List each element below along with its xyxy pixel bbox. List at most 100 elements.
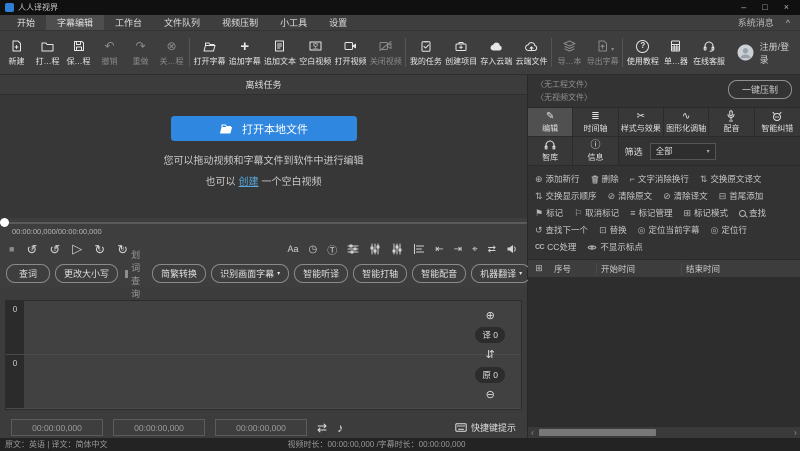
append-subtitle-button[interactable]: + 追加字幕 [227, 31, 262, 74]
one-click-compress-button[interactable]: 一键压制 [728, 80, 792, 99]
clock-icon[interactable]: ◷ [308, 244, 317, 255]
smart-transcribe-button[interactable]: 智能听译 [294, 264, 348, 283]
forward-1s-button[interactable]: ↻1 [94, 243, 105, 256]
music-note-icon[interactable]: ♪ [337, 421, 343, 435]
minimize-button[interactable]: – [741, 0, 746, 15]
machine-translate-button[interactable]: 机器翻译▾ [471, 264, 531, 283]
translation-count-badge[interactable]: 译 0 [475, 327, 505, 343]
mark-manage-action[interactable]: ≡标记管理 [630, 207, 672, 219]
original-count-badge[interactable]: 原 0 [475, 367, 505, 383]
font-style-button[interactable]: Aa [287, 244, 298, 254]
open-project-button[interactable]: 打…程 [32, 31, 63, 74]
smart-timing-button[interactable]: 智能打轴 [353, 264, 407, 283]
tab-style-effects[interactable]: ✂ 样式与效果 [619, 108, 664, 137]
mark-action[interactable]: ⚑标记 [535, 207, 563, 219]
replace-action[interactable]: ⊡替换 [599, 224, 627, 236]
play-button[interactable]: ▷ [72, 241, 82, 257]
start-time-input[interactable]: 00:00:00,000 [11, 419, 103, 436]
tab-smart-correction[interactable]: 智能纠错 [755, 108, 800, 137]
to-end-icon[interactable]: ⇥ [454, 244, 462, 255]
new-project-button[interactable]: 新建 [1, 31, 32, 74]
smart-dubbing-button[interactable]: 智能配音 [412, 264, 466, 283]
original-text-input[interactable] [24, 355, 521, 408]
tutorial-button[interactable]: ? 使用教程 [625, 31, 660, 74]
swap-display-order-action[interactable]: ⇅交换显示顺序 [535, 190, 597, 202]
seek-handle[interactable] [0, 218, 9, 227]
lookup-word-button[interactable]: 查词 [6, 264, 50, 283]
menu-tools[interactable]: 小工具 [269, 15, 318, 30]
tab-waveform-timing[interactable]: ∿ 图形化调轴 [664, 108, 709, 137]
align-left-icon[interactable] [413, 244, 425, 254]
scroll-left-arrow[interactable]: ‹ [528, 427, 537, 438]
swap-source-target-action[interactable]: ⇅交换原文译文 [700, 173, 762, 185]
chevron-up-icon[interactable]: ^ [786, 18, 790, 28]
close-button[interactable]: × [784, 0, 789, 15]
checkbox-icon[interactable] [125, 270, 128, 278]
redo-button[interactable]: ↷ 重做 [125, 31, 156, 74]
my-tasks-button[interactable]: 我的任务 [408, 31, 443, 74]
tab-info[interactable]: ⓘ 信息 [573, 137, 618, 166]
mark-mode-action[interactable]: ⊞标记模式 [683, 207, 728, 219]
tab-edit[interactable]: ✎ 编辑 [528, 108, 573, 137]
duration-input[interactable]: 00:00:00,000 [215, 419, 307, 436]
system-messages[interactable]: 系统消息 [738, 16, 774, 29]
save-project-button[interactable]: 保…程 [63, 31, 94, 74]
loop-icon[interactable]: ⇄ [317, 421, 327, 435]
speaker-icon[interactable] [506, 243, 518, 255]
tab-timeline[interactable]: ≣ 时间轴 [573, 108, 618, 137]
ocr-subtitle-button[interactable]: 识别画面字幕▾ [211, 264, 289, 283]
close-video-button[interactable]: 关闭视频 [368, 31, 403, 74]
cc-process-action[interactable]: CCCC处理 [535, 241, 576, 253]
add-row-action[interactable]: ⊕添加新行 [535, 173, 580, 185]
scroll-right-arrow[interactable]: › [791, 427, 800, 438]
seek-track[interactable] [0, 222, 527, 224]
simplified-traditional-button[interactable]: 简繁转换 [152, 264, 206, 283]
menu-video-encode[interactable]: 视频压制 [211, 15, 269, 30]
menu-start[interactable]: 开始 [6, 15, 46, 30]
close-project-button[interactable]: ⊗ 关…程 [156, 31, 187, 74]
blank-video-button[interactable]: 空 空白视频 [298, 31, 333, 74]
to-start-icon[interactable]: ⇤ [435, 244, 443, 255]
export-script-button[interactable]: 导…本 [554, 31, 585, 74]
find-next-action[interactable]: ↺查找下一个 [535, 224, 588, 236]
online-support-button[interactable]: 在线客服 [691, 31, 726, 74]
change-case-button[interactable]: 更改大小写 [55, 264, 118, 283]
find-action[interactable]: 查找 [739, 207, 766, 219]
grid-icon[interactable]: ⊞ [528, 263, 550, 274]
hide-punctuation-action[interactable]: 不显示标点 [587, 241, 643, 253]
login-link[interactable]: 注册/登录 [760, 40, 793, 66]
stop-button[interactable]: ■ [9, 244, 14, 254]
filter-dropdown[interactable]: 全部 ▾ [650, 143, 716, 160]
subtitle-table-body[interactable] [528, 277, 800, 426]
drop-area[interactable]: 打开本地文件 您可以拖动视频和字幕文件到软件中进行编辑 也可以创建一个空白视频 [0, 95, 527, 218]
zoom-out-icon[interactable]: ⊖ [486, 388, 495, 401]
open-video-button[interactable]: 打开视频 [333, 31, 368, 74]
append-text-button[interactable]: 追加文本 [262, 31, 297, 74]
locate-row-action[interactable]: ◎定位行 [711, 224, 747, 236]
zoom-in-icon[interactable]: ⊕ [486, 309, 495, 322]
swap-horizontal-icon[interactable]: ⇄ [488, 244, 496, 255]
target-icon[interactable]: ⌖ [472, 244, 478, 255]
clear-source-action[interactable]: ⊘清除原文 [608, 190, 653, 202]
menu-workbench[interactable]: 工作台 [104, 15, 153, 30]
menu-settings[interactable]: 设置 [318, 15, 358, 30]
scrollbar-thumb[interactable] [539, 429, 656, 436]
export-subtitle-button[interactable]: ▾ 导出字幕 [585, 31, 620, 74]
swap-vertical-icon[interactable]: ⇵ [486, 348, 495, 361]
end-time-input[interactable]: 00:00:00,000 [113, 419, 205, 436]
forward-3s-button[interactable]: ↻3 [117, 243, 128, 256]
create-link[interactable]: 创建 [239, 177, 259, 188]
rewind-3s-button[interactable]: ↺3 [26, 243, 37, 256]
open-subtitle-button[interactable]: 打开字幕 [192, 31, 227, 74]
seek-bar[interactable] [0, 218, 527, 227]
rewind-1s-button[interactable]: ↺1 [49, 243, 60, 256]
scrollbar-track[interactable] [537, 427, 791, 438]
unmark-action[interactable]: ⚐取消标记 [574, 207, 619, 219]
tab-dubbing[interactable]: 配音 [709, 108, 754, 137]
save-to-cloud-button[interactable]: 存入云端 [479, 31, 514, 74]
merge-lines-icon[interactable] [369, 244, 381, 254]
tab-knowledge-base[interactable]: 智库 [528, 137, 573, 166]
add-head-tail-action[interactable]: ⊟首尾添加 [719, 190, 764, 202]
cloud-files-button[interactable]: 云端文件 [514, 31, 549, 74]
sliders-icon[interactable] [347, 244, 359, 254]
